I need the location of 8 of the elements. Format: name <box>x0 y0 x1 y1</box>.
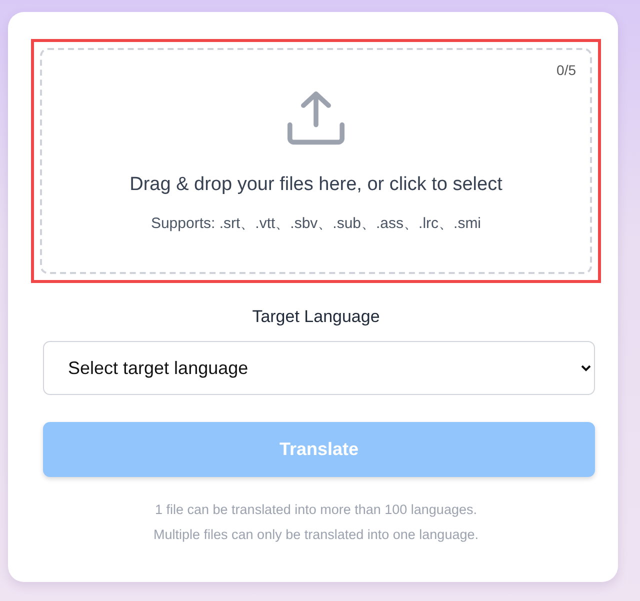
language-select[interactable]: Select target language <box>43 341 595 395</box>
drop-zone[interactable]: 0/5 Drag & drop your files here, or click to select Supports: .srt、.vtt、.sbv、.sub、.ass、.lrc、.smi <box>40 48 592 274</box>
field-label: Target Language <box>251 307 381 327</box>
info-text: Multiple files can only be translated into one language. <box>154 526 478 544</box>
upload-prompt: Drag & drop your files here, or click to select <box>130 174 502 196</box>
info-text: 1 file can be translated into more than 100 languages. <box>155 501 477 519</box>
file-count: 0/5 <box>556 62 576 78</box>
supported-formats: Supports: .srt、.vtt、.sbv、.sub、.ass、.lrc、.smi <box>150 214 482 233</box>
